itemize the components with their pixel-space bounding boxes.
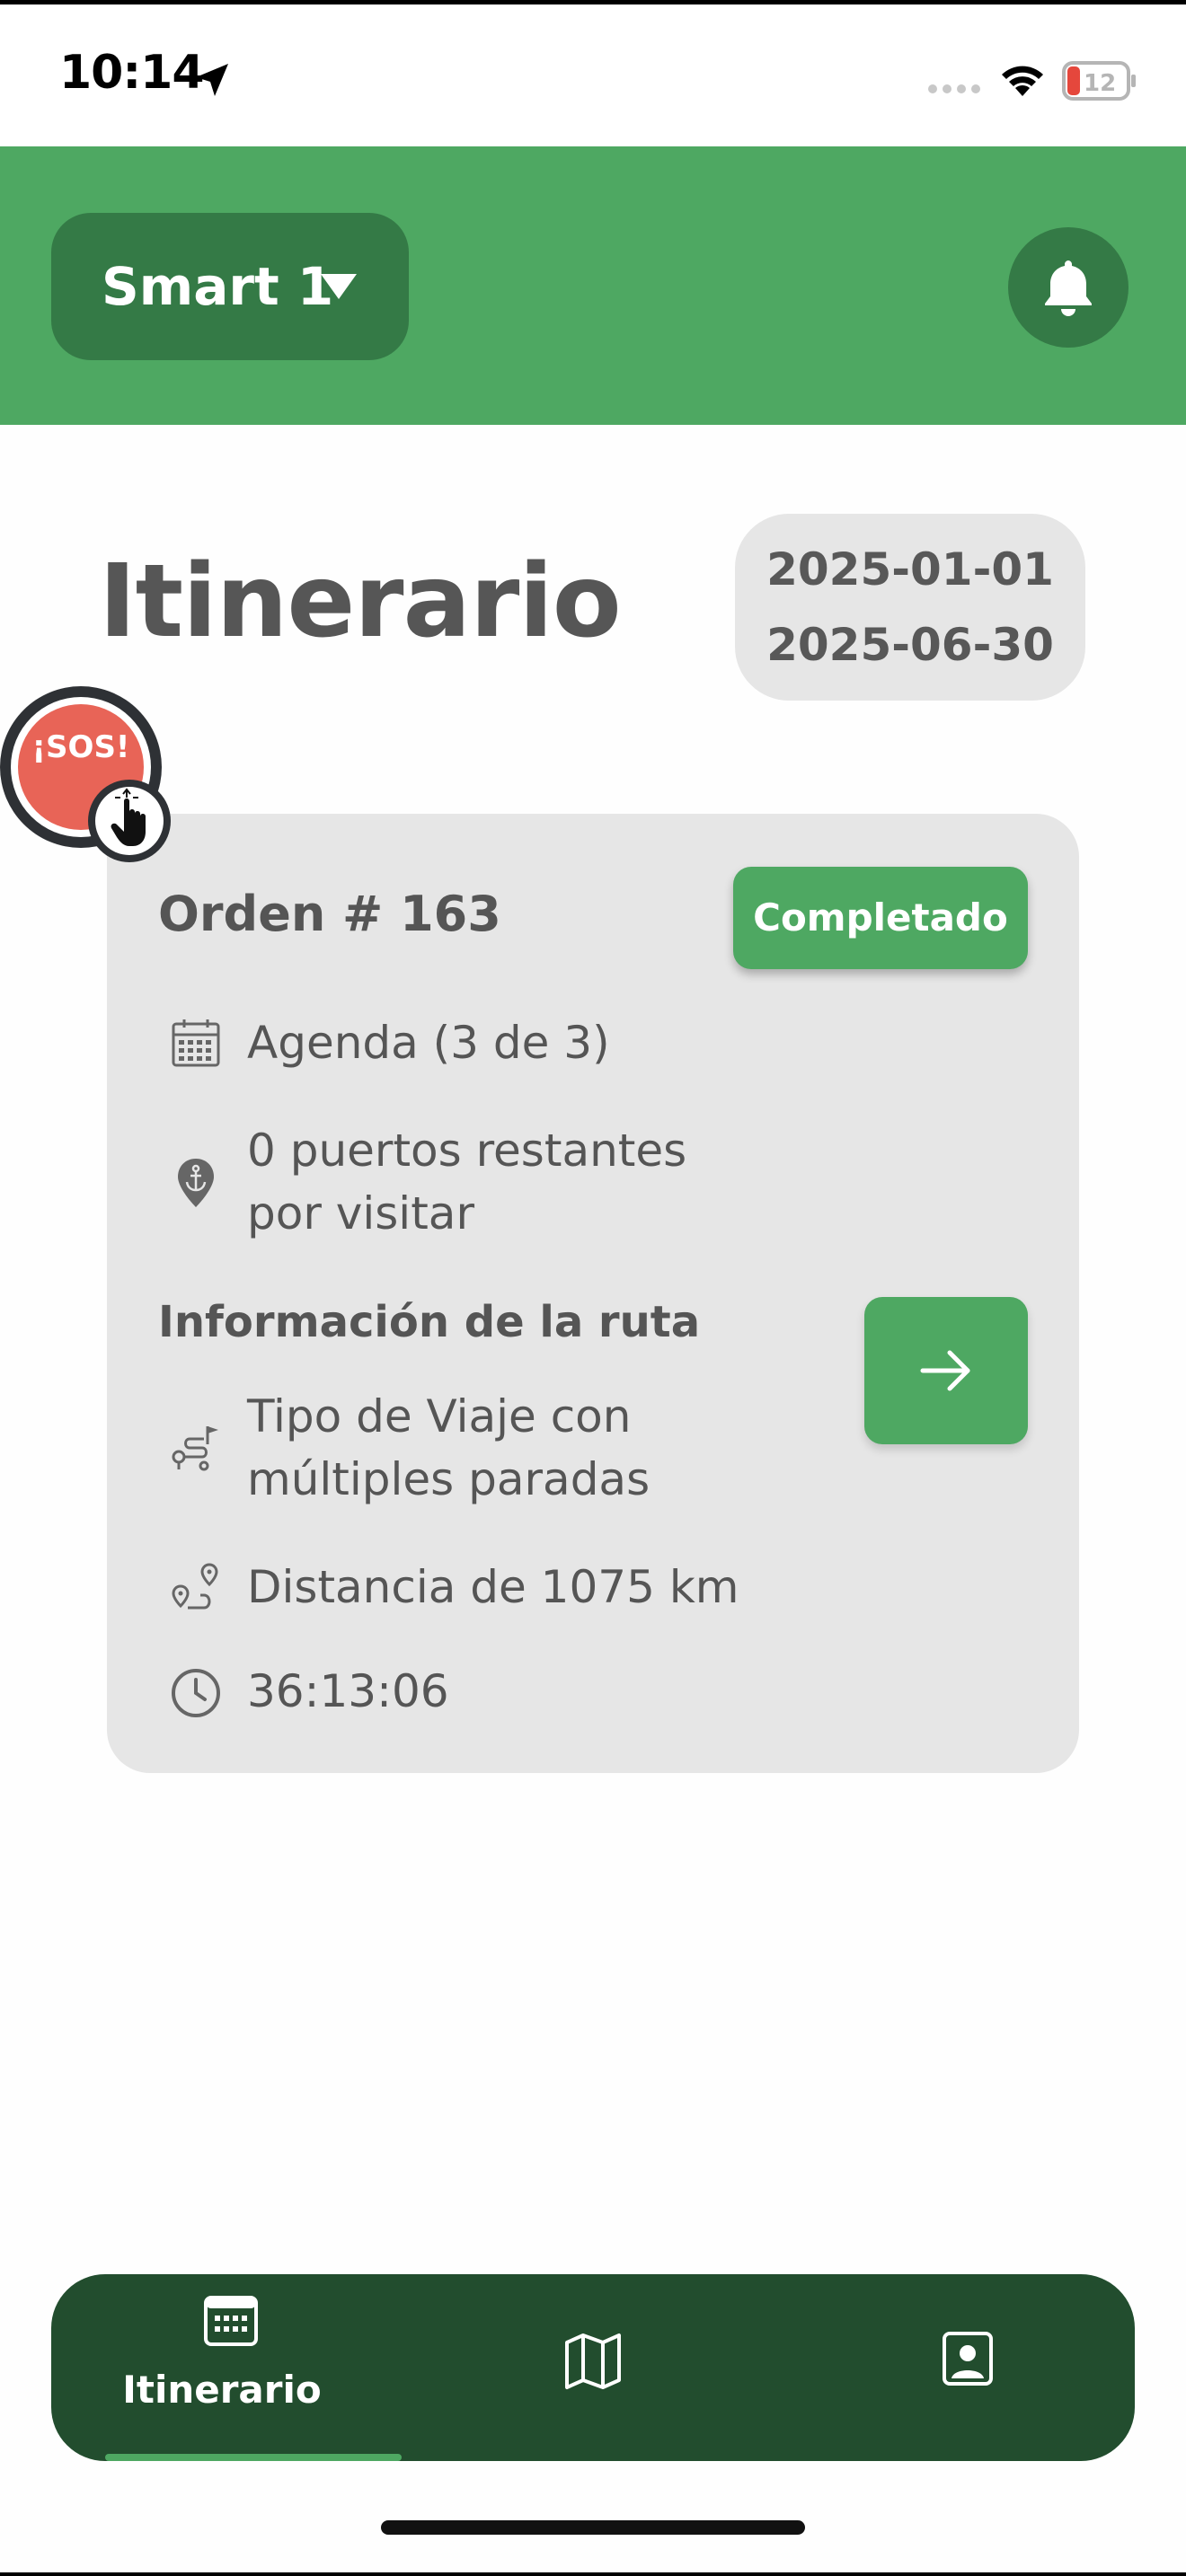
- signal-icon: [928, 84, 980, 93]
- clock-icon: [172, 1669, 220, 1717]
- ports-text-line2: por visitar: [247, 1187, 475, 1239]
- arrow-right-icon: [920, 1350, 970, 1391]
- sos-button[interactable]: ¡SOS!: [0, 686, 171, 862]
- distance-text: Distancia de 1075 km: [247, 1561, 739, 1613]
- notifications-button[interactable]: [1008, 227, 1128, 348]
- bottom-border: [0, 2572, 1186, 2576]
- sos-label: ¡SOS!: [31, 729, 130, 765]
- ports-text-line1: 0 puertos restantes: [247, 1125, 687, 1177]
- profile-icon: [943, 2332, 993, 2386]
- status-badge: Completado: [733, 867, 1028, 969]
- duration-text: 36:13:06: [247, 1665, 449, 1717]
- bell-icon: [1045, 260, 1092, 316]
- agenda-text: Agenda (3 de 3): [247, 1017, 610, 1069]
- vehicle-selector[interactable]: Smart 1: [51, 213, 409, 360]
- date-end: 2025-06-30: [766, 619, 1054, 671]
- route-details-button[interactable]: [864, 1297, 1028, 1444]
- tab-map[interactable]: [554, 2274, 644, 2461]
- wifi-icon: [1002, 66, 1043, 96]
- calendar-icon: [204, 2296, 258, 2346]
- caret-down-icon: [321, 274, 357, 299]
- anchor-pin-icon: [178, 1159, 214, 1207]
- order-title: Orden # 163: [158, 886, 501, 942]
- distance-route-icon: [172, 1563, 218, 1610]
- location-arrow-icon: [196, 64, 228, 96]
- battery-level: 12: [1084, 70, 1116, 97]
- route-info-heading: Información de la ruta: [158, 1297, 701, 1347]
- active-tab-indicator: [105, 2454, 402, 2461]
- drag-handle[interactable]: [88, 780, 171, 862]
- status-time: 10:14: [59, 46, 205, 100]
- vehicle-label: Smart 1: [102, 256, 334, 317]
- drag-hand-icon: [111, 788, 146, 846]
- calendar-grid-icon: [172, 1019, 220, 1067]
- status-bar: 10:14 12: [0, 4, 1186, 146]
- trip-type-line1: Tipo de Viaje con: [247, 1390, 632, 1442]
- tab-itinerario-label: Itinerario: [122, 2368, 322, 2412]
- date-range-button[interactable]: 2025-01-01 2025-06-30: [735, 514, 1085, 701]
- order-card[interactable]: Orden # 163 Completado Agenda (3 de 3) 0…: [107, 814, 1079, 1773]
- route-stops-icon: [172, 1426, 218, 1471]
- app-header: Smart 1: [0, 146, 1186, 425]
- tab-itinerario[interactable]: Itinerario: [87, 2274, 393, 2461]
- bottom-nav: Itinerario: [51, 2274, 1135, 2461]
- date-start: 2025-01-01: [766, 543, 1054, 595]
- page-title: Itinerario: [99, 543, 622, 660]
- battery-icon: 12: [1062, 61, 1137, 101]
- app-screen: 10:14 12 Smart 1 Itinerario 2025-01-01 2…: [0, 0, 1186, 2576]
- trip-type-line2: múltiples paradas: [247, 1453, 651, 1505]
- tab-profile[interactable]: [932, 2274, 1022, 2461]
- map-icon: [565, 2333, 621, 2389]
- home-indicator[interactable]: [381, 2520, 805, 2535]
